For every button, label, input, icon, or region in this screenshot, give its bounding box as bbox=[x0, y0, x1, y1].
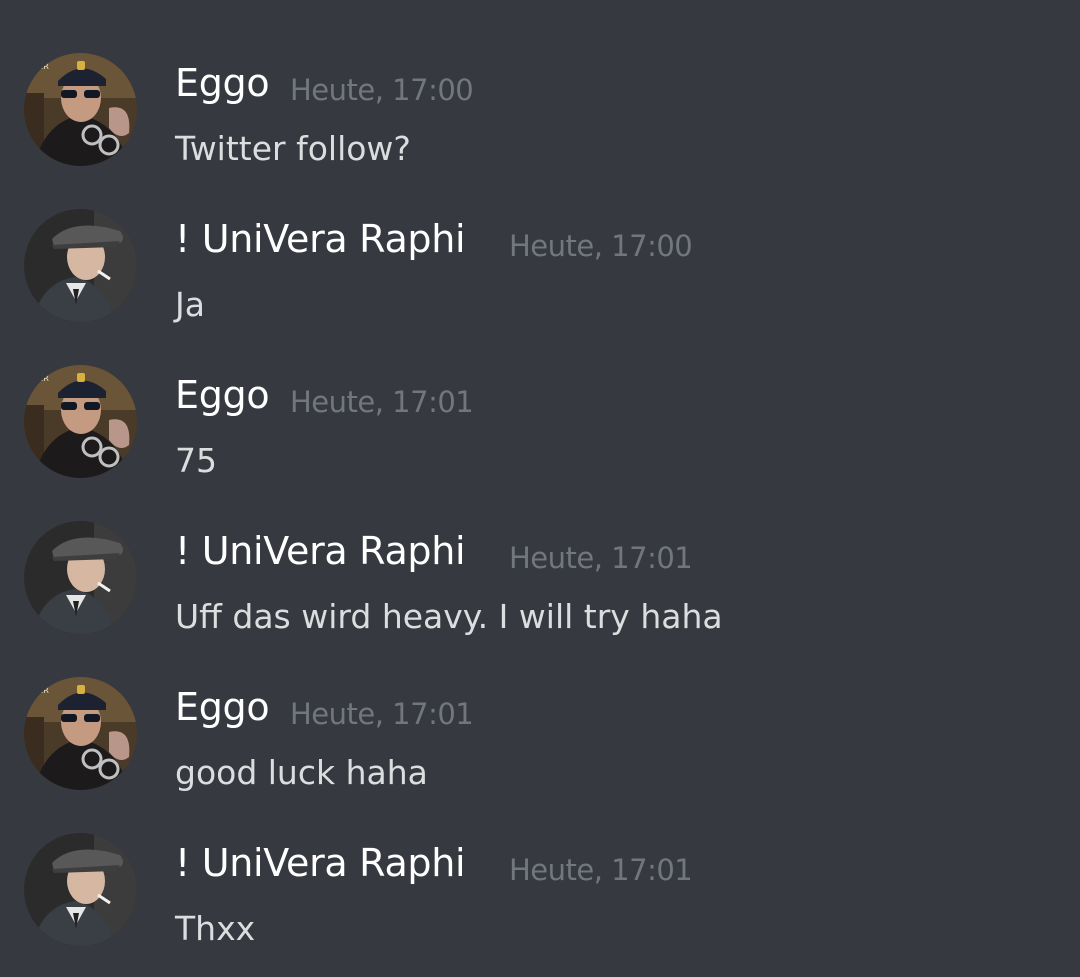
message-item: ! UniVera Raphi Heute, 17:00 Ja bbox=[0, 209, 1080, 349]
message-author[interactable]: Eggo bbox=[175, 61, 270, 105]
message-timestamp: Heute, 17:00 bbox=[290, 73, 474, 107]
message-text: 75 bbox=[175, 441, 217, 480]
message-timestamp: Heute, 17:01 bbox=[509, 853, 693, 887]
message-item: DER Eggo Heute, 17:01 good luck haha bbox=[0, 677, 1080, 817]
message-item: DER Eggo Heute, 17:01 75 bbox=[0, 365, 1080, 505]
message-text: Thxx bbox=[175, 909, 256, 948]
message-author[interactable]: ! UniVera Raphi bbox=[175, 841, 466, 885]
message-item: ! UniVera Raphi Heute, 17:01 Thxx bbox=[0, 833, 1080, 973]
message-item: DER Eggo Heute, 17:00 Twitter follow? bbox=[0, 53, 1080, 193]
message-author[interactable]: ! UniVera Raphi bbox=[175, 217, 466, 261]
message-text: Uff das wird heavy. I will try haha bbox=[175, 597, 723, 636]
message-timestamp: Heute, 17:01 bbox=[509, 541, 693, 575]
user-avatar-eggo[interactable]: DER bbox=[24, 677, 137, 790]
police-cap-avatar-icon: DER bbox=[24, 677, 137, 790]
message-timestamp: Heute, 17:01 bbox=[290, 697, 474, 731]
message-text: Twitter follow? bbox=[175, 129, 411, 168]
police-cap-avatar-icon: DER bbox=[24, 53, 137, 166]
message-author[interactable]: Eggo bbox=[175, 373, 270, 417]
user-avatar-univera-raphi[interactable] bbox=[24, 521, 137, 634]
svg-text:DER: DER bbox=[32, 686, 49, 695]
user-avatar-univera-raphi[interactable] bbox=[24, 833, 137, 946]
flat-cap-avatar-icon bbox=[24, 209, 137, 322]
police-cap-avatar-icon: DER bbox=[24, 365, 137, 478]
user-avatar-eggo[interactable]: DER bbox=[24, 53, 137, 166]
message-author[interactable]: Eggo bbox=[175, 685, 270, 729]
message-text: Ja bbox=[175, 285, 205, 324]
flat-cap-avatar-icon bbox=[24, 833, 137, 946]
message-timestamp: Heute, 17:00 bbox=[509, 229, 693, 263]
user-avatar-univera-raphi[interactable] bbox=[24, 209, 137, 322]
message-author[interactable]: ! UniVera Raphi bbox=[175, 529, 466, 573]
chat-message-list: DER Eggo Heute, 17:00 Twitter follow? ! … bbox=[0, 0, 1080, 977]
flat-cap-avatar-icon bbox=[24, 521, 137, 634]
message-timestamp: Heute, 17:01 bbox=[290, 385, 474, 419]
message-item: ! UniVera Raphi Heute, 17:01 Uff das wir… bbox=[0, 521, 1080, 661]
svg-text:DER: DER bbox=[32, 62, 49, 71]
svg-text:DER: DER bbox=[32, 374, 49, 383]
message-text: good luck haha bbox=[175, 753, 428, 792]
user-avatar-eggo[interactable]: DER bbox=[24, 365, 137, 478]
